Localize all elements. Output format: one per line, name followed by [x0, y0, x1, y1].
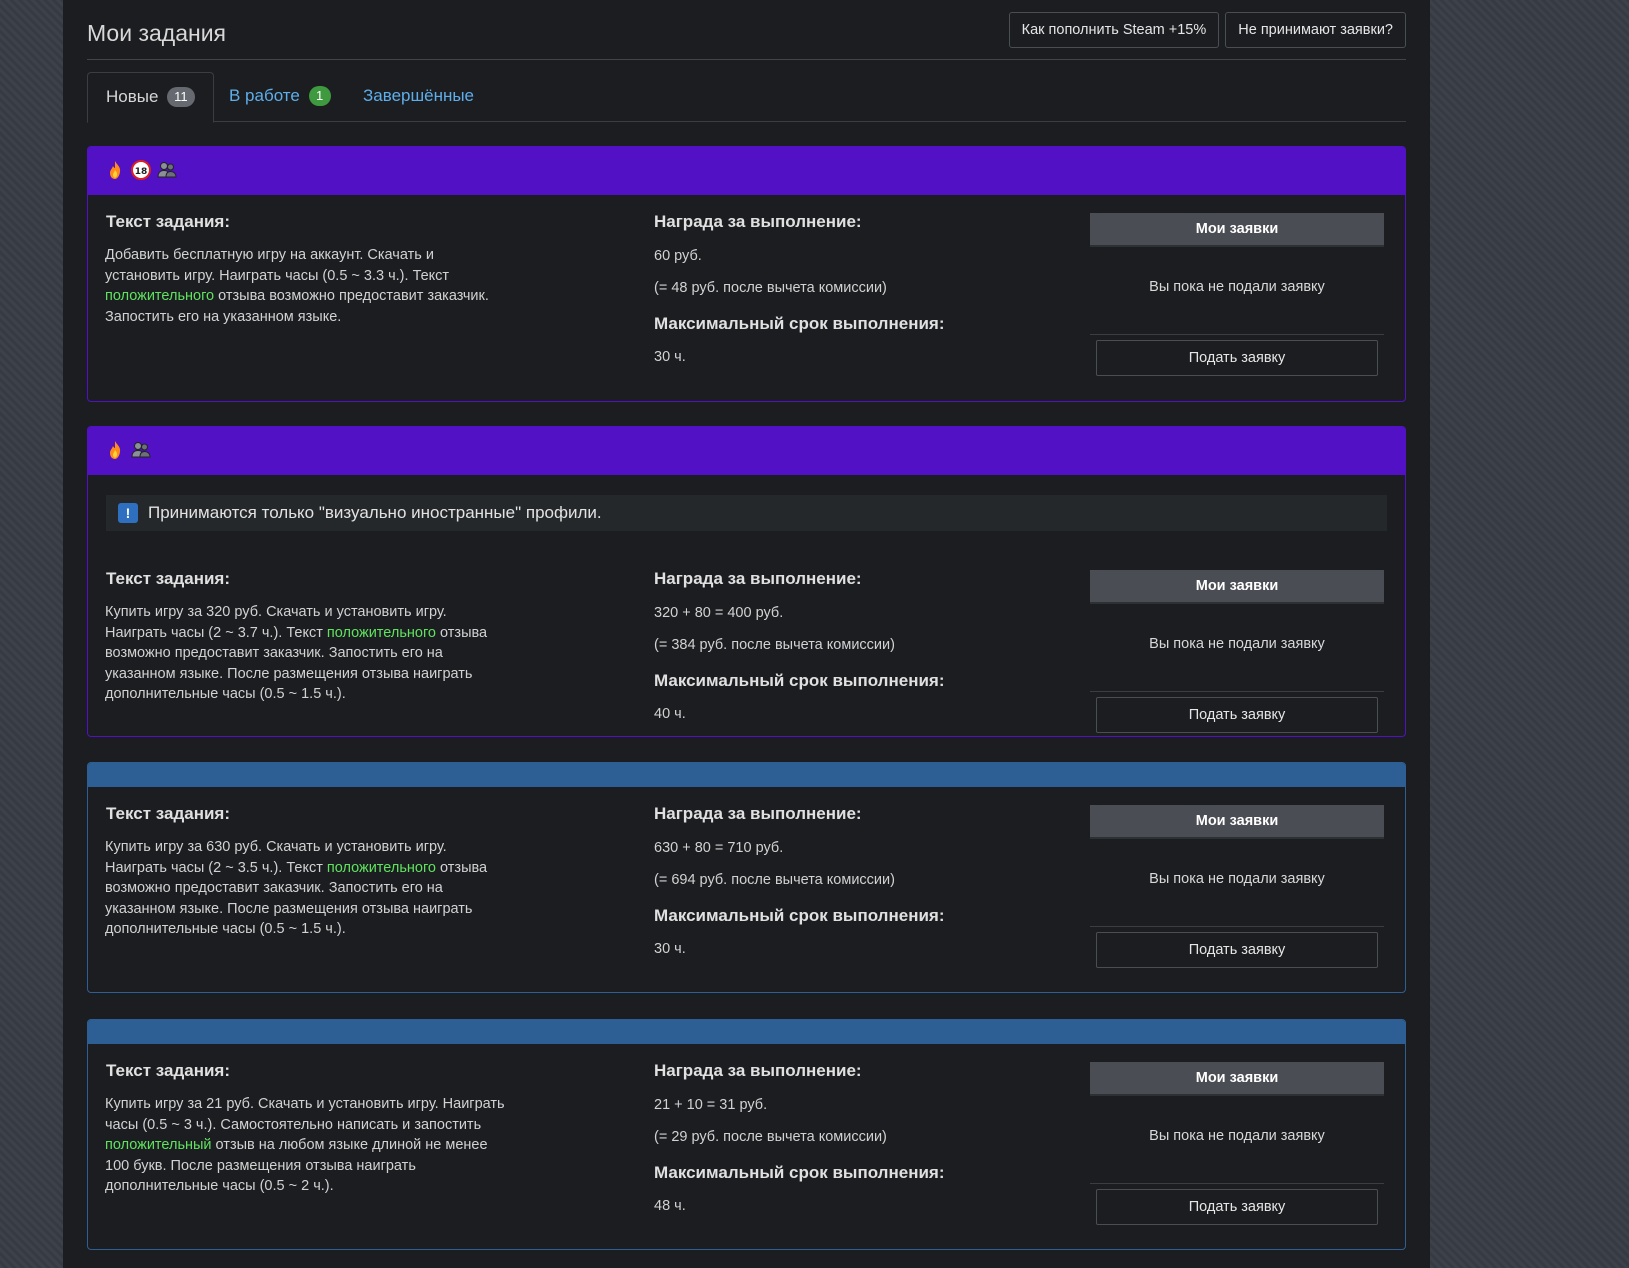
notice-text: Принимаются только "визуально иностранны…	[148, 503, 602, 522]
background-left	[0, 0, 63, 1268]
task-actions: Мои заявки Вы пока не подали заявку Подать…	[1090, 1062, 1384, 1232]
tab-completed-label: Завершённые	[363, 86, 475, 105]
task-card-header	[88, 1020, 1405, 1044]
users-icon	[131, 440, 151, 460]
my-requests-button[interactable]: Мои заявки	[1090, 570, 1384, 604]
no-request-status: Вы пока не подали заявку	[1149, 871, 1325, 887]
fire-icon	[105, 160, 125, 180]
tabs: Новые 11 В работе 1 Завершённые	[87, 72, 1406, 123]
divider	[1090, 1183, 1384, 1184]
reward-value: 630 + 80 = 710 руб.	[654, 840, 784, 856]
task-description-highlight: положительного	[105, 288, 215, 304]
task-text-title: Текст задания:	[106, 569, 231, 588]
task-card-header	[88, 427, 1405, 475]
tab-completed[interactable]: Завершённые	[345, 72, 492, 122]
task-actions: Мои заявки Вы пока не подали заявку Подать…	[1090, 805, 1384, 975]
reward-net-value: (= 48 руб. после вычета комиссии)	[654, 280, 887, 296]
my-requests-button[interactable]: Мои заявки	[1090, 213, 1384, 247]
task-text-title: Текст задания:	[106, 212, 231, 231]
task-actions: Мои заявки Вы пока не подали заявку Подать…	[1090, 570, 1384, 736]
task-description-part: Добавить бесплатную игру на аккаунт. Ска…	[105, 247, 450, 284]
reward-net-value: (= 694 руб. после вычета комиссии)	[654, 872, 895, 888]
my-requests-button[interactable]: Мои заявки	[1090, 1062, 1384, 1096]
task-card-header: 18	[88, 147, 1405, 195]
tab-new[interactable]: Новые 11	[87, 72, 214, 123]
page-title: Мои задания	[87, 20, 226, 46]
task-description: Купить игру за 630 руб. Скачать и устано…	[105, 837, 505, 940]
page-header: Мои задания Как пополнить Steam +15% Не …	[87, 0, 1406, 60]
task-icons	[105, 440, 151, 460]
submit-request-button[interactable]: Подать заявку	[1096, 932, 1378, 968]
deadline-title: Максимальный срок выполнения:	[654, 1163, 945, 1182]
task-card: Текст задания: Купить игру за 630 руб. Ск…	[87, 762, 1406, 993]
notice-banner: ! Принимаются только "визуально иностранн…	[106, 495, 1387, 531]
task-card-header	[88, 763, 1405, 787]
tab-new-count-badge: 11	[167, 86, 195, 107]
task-text-title: Текст задания:	[106, 1061, 231, 1080]
reward-value: 60 руб.	[654, 248, 702, 264]
divider	[1090, 334, 1384, 335]
header-buttons: Как пополнить Steam +15% Не принимают за…	[1008, 12, 1406, 48]
reward-net-value: (= 29 руб. после вычета комиссии)	[654, 1129, 887, 1145]
task-description: Добавить бесплатную игру на аккаунт. Ска…	[105, 245, 505, 327]
age-18-icon: 18	[131, 160, 151, 180]
svg-text:18: 18	[135, 167, 148, 177]
task-description-highlight: положительного	[326, 859, 436, 876]
reward-net-value: (= 384 руб. после вычета комиссии)	[654, 637, 895, 653]
task-actions: Мои заявки Вы пока не подали заявку Подать…	[1090, 213, 1384, 383]
deadline-value: 40 ч.	[654, 706, 686, 722]
no-request-status: Вы пока не подали заявку	[1149, 636, 1325, 652]
main-content: Мои задания Как пополнить Steam +15% Не …	[63, 0, 1430, 1268]
submit-request-button[interactable]: Подать заявку	[1096, 1189, 1378, 1225]
submit-request-button[interactable]: Подать заявку	[1096, 340, 1378, 376]
reward-value: 320 + 80 = 400 руб.	[654, 605, 784, 621]
task-icons: 18	[105, 160, 177, 180]
info-exclamation-icon: !	[118, 503, 138, 523]
reward-title: Награда за выполнение:	[654, 569, 862, 588]
no-request-status: Вы пока не подали заявку	[1149, 279, 1325, 295]
deadline-value: 30 ч.	[654, 941, 686, 957]
tab-in-progress[interactable]: В работе 1	[211, 72, 349, 122]
submit-request-button[interactable]: Подать заявку	[1096, 697, 1378, 733]
task-description: Купить игру за 21 руб. Скачать и установ…	[105, 1094, 505, 1197]
steam-topup-button[interactable]: Как пополнить Steam +15%	[1008, 12, 1220, 48]
reward-title: Награда за выполнение:	[654, 212, 862, 231]
my-requests-button[interactable]: Мои заявки	[1090, 805, 1384, 839]
task-card: 18 Текст задания: Добавить бесплатную игру…	[87, 146, 1406, 402]
task-description-part: Купить игру за 21 руб. Скачать и установ…	[105, 1096, 505, 1133]
reward-title: Награда за выполнение:	[654, 804, 862, 823]
reward-value: 21 + 10 = 31 руб.	[654, 1097, 768, 1113]
background-right	[1430, 0, 1629, 1268]
task-description-highlight: положительного	[326, 624, 436, 641]
requests-not-accepted-button[interactable]: Не принимают заявки?	[1225, 12, 1406, 48]
no-request-status: Вы пока не подали заявку	[1149, 1128, 1325, 1144]
deadline-value: 30 ч.	[654, 349, 686, 365]
task-description: Купить игру за 320 руб. Скачать и устано…	[105, 602, 505, 705]
reward-title: Награда за выполнение:	[654, 1061, 862, 1080]
divider	[1090, 691, 1384, 692]
task-card: ! Принимаются только "визуально иностранн…	[87, 426, 1406, 737]
tab-new-label: Новые	[106, 87, 159, 106]
deadline-title: Максимальный срок выполнения:	[654, 314, 945, 333]
tab-in-progress-label: В работе	[229, 86, 300, 105]
deadline-title: Максимальный срок выполнения:	[654, 671, 945, 690]
task-description-highlight: положительный	[105, 1137, 212, 1153]
tab-in-progress-count-badge: 1	[308, 85, 331, 106]
users-icon	[157, 160, 177, 180]
task-card: Текст задания: Купить игру за 21 руб. Ска…	[87, 1019, 1406, 1250]
fire-icon	[105, 440, 125, 460]
divider	[1090, 926, 1384, 927]
deadline-value: 48 ч.	[654, 1198, 686, 1214]
task-text-title: Текст задания:	[106, 804, 231, 823]
deadline-title: Максимальный срок выполнения:	[654, 906, 945, 925]
